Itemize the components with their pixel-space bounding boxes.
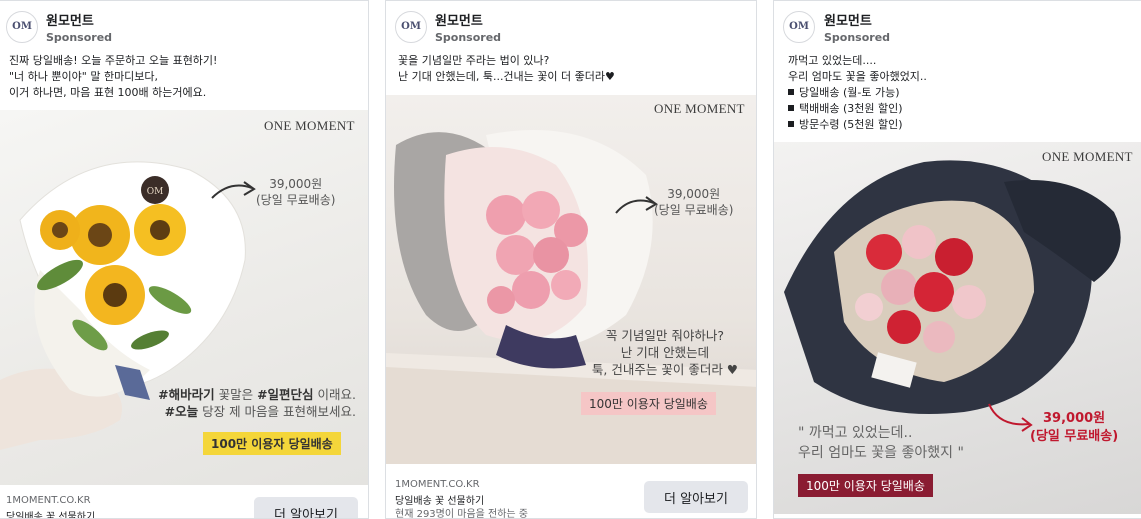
brand-logo-icon: OM (401, 21, 421, 32)
ad-header: OM 원모먼트 Sponsored (386, 1, 756, 49)
quote-line: 우리 엄마도 꽃을 좋아했지 " (798, 445, 964, 461)
page-avatar[interactable]: OM (395, 11, 427, 43)
page-name[interactable]: 원모먼트 (435, 10, 483, 29)
sunflower-bouquet-illustration: OM (0, 161, 256, 450)
link-domain[interactable]: 1MOMENT.CO.KR (395, 479, 480, 490)
promo-text-part: 이래요. (313, 387, 356, 402)
quote-line: " 까먹고 있었는데.. (798, 425, 913, 441)
promo-text-part: 꽃말은 (214, 387, 258, 402)
ad-text-line: 까먹고 있었는데.... (788, 54, 877, 67)
link-headline[interactable]: 당일배송 꽃 선물하기 (6, 508, 95, 518)
price-value: 39,000원 (1043, 411, 1106, 426)
promo-text: #해바라기 꽃말은 #일편단심 이래요. #오늘 당장 제 마음을 표현해보세요… (158, 386, 356, 420)
price-label: 39,000원 (당일 무료배송) (654, 186, 733, 218)
svg-text:OM: OM (147, 187, 164, 197)
delivery-badge: 100만 이용자 당일배송 (798, 474, 933, 497)
ad-image[interactable]: OM ONE MOMENT 39,000원 (당일 무료배송) #해바라기 꽃말… (0, 110, 368, 485)
brand-logo-icon: OM (12, 21, 32, 32)
quote-text: " 까먹고 있었는데.. 우리 엄마도 꽃을 좋아했지 " (798, 423, 964, 463)
ad-primary-text: 까먹고 있었는데.... 우리 엄마도 꽃을 좋아했었지.. 당일배송 (월-토… (788, 53, 927, 133)
bullet-text: 택배배송 (3천원 할인) (799, 102, 903, 115)
page-name[interactable]: 원모먼트 (824, 10, 872, 29)
ad-card-sunflower: OM 원모먼트 Sponsored 진짜 당일배송! 오늘 주문하고 오늘 표현… (0, 0, 369, 519)
sponsored-label: Sponsored (435, 31, 502, 44)
promo-line: 툭, 건내주는 꽃이 좋더라 ♥ (591, 362, 738, 377)
sponsored-label: Sponsored (46, 31, 113, 44)
learn-more-button[interactable]: 더 알아보기 (644, 481, 748, 513)
bullet-text: 방문수령 (5천원 할인) (799, 118, 903, 131)
promo-line: #오늘 당장 제 마음을 표현해보세요. (158, 403, 356, 420)
ad-text-line: 진짜 당일배송! 오늘 주문하고 오늘 표현하기! (9, 54, 218, 67)
brand-watermark: ONE MOMENT (264, 118, 355, 133)
ad-header: OM 원모먼트 Sponsored (0, 1, 368, 49)
brand-logo-icon: OM (789, 21, 809, 32)
bullet-item: 택배배송 (3천원 할인) (788, 101, 927, 117)
bullet-item: 당일배송 (월-토 가능) (788, 85, 927, 101)
ad-primary-text: 꽃을 기념일만 주라는 법이 있나? 난 기대 안했는데, 툭...건내는 꽃이… (398, 53, 615, 85)
promo-line: #해바라기 꽃말은 #일편단심 이래요. (158, 386, 356, 403)
brand-watermark: ONE MOMENT (654, 101, 745, 116)
ad-image[interactable]: ONE MOMENT 39,000원 (당일 무료배송) 꼭 기념일만 줘야하나… (386, 95, 756, 464)
price-label: 39,000원 (당일 무료배송) (256, 176, 335, 208)
ad-text-line: 우리 엄마도 꽃을 좋아했었지.. (788, 70, 927, 83)
hashtag: #오늘 (164, 404, 199, 419)
price-note: (당일 무료배송) (1030, 429, 1119, 444)
ad-image[interactable]: ONE MOMENT 39,000원 (당일 무료배송) " 까먹고 있었는데.… (774, 142, 1141, 514)
delivery-badge: 100만 이용자 당일배송 (581, 392, 716, 415)
ad-card-red-roses: OM 원모먼트 Sponsored 까먹고 있었는데.... 우리 엄마도 꽃을… (773, 0, 1141, 519)
bullet-text: 당일배송 (월-토 가능) (799, 86, 900, 99)
hashtag: #해바라기 (158, 387, 215, 402)
sponsored-label: Sponsored (824, 31, 891, 44)
link-description: 현재 293명이 마음을 전하는 중 (395, 509, 529, 519)
ad-text-line: 이거 하나면, 마음 표현 100배 하는거에요. (9, 86, 207, 99)
brand-watermark: ONE MOMENT (1042, 149, 1133, 164)
promo-text: 꼭 기념일만 줘야하나? 난 기대 안했는데 툭, 건내주는 꽃이 좋더라 ♥ (592, 327, 738, 378)
page-avatar[interactable]: OM (6, 11, 38, 43)
ad-primary-text: 진짜 당일배송! 오늘 주문하고 오늘 표현하기! "너 하나 뿐이야" 말 한… (9, 53, 217, 101)
learn-more-button[interactable]: 더 알아보기 (254, 497, 358, 518)
bullet-item: 방문수령 (5천원 할인) (788, 117, 927, 133)
ad-card-pink-roses: OM 원모먼트 Sponsored 꽃을 기념일만 주라는 법이 있나? 난 기… (385, 0, 757, 519)
promo-line: 꼭 기념일만 줘야하나? (605, 328, 724, 343)
ad-text-line: "너 하나 뿐이야" 말 한마디보다, (9, 70, 159, 83)
bullet-square-icon (788, 89, 794, 95)
price-note: (당일 무료배송) (256, 193, 336, 207)
page-avatar[interactable]: OM (783, 11, 815, 43)
bullet-square-icon (788, 105, 794, 111)
page-name[interactable]: 원모먼트 (46, 10, 94, 29)
price-note: (당일 무료배송) (654, 203, 734, 217)
price-value: 39,000원 (667, 187, 721, 201)
ad-text-line: 꽃을 기념일만 주라는 법이 있나? (398, 54, 550, 67)
price-value: 39,000원 (269, 177, 323, 191)
link-domain[interactable]: 1MOMENT.CO.KR (6, 495, 91, 506)
ad-header: OM 원모먼트 Sponsored (774, 1, 1141, 49)
hashtag: #일편단심 (257, 387, 314, 402)
price-label: 39,000원 (당일 무료배송) (1030, 410, 1118, 446)
bullet-square-icon (788, 121, 794, 127)
promo-line: 난 기대 안했는데 (620, 345, 710, 360)
promo-text-part: 당장 제 마음을 표현해보세요. (198, 404, 356, 419)
delivery-badge: 100만 이용자 당일배송 (203, 432, 341, 455)
ad-text-line: 난 기대 안했는데, 툭...건내는 꽃이 더 좋더라♥ (398, 70, 615, 83)
